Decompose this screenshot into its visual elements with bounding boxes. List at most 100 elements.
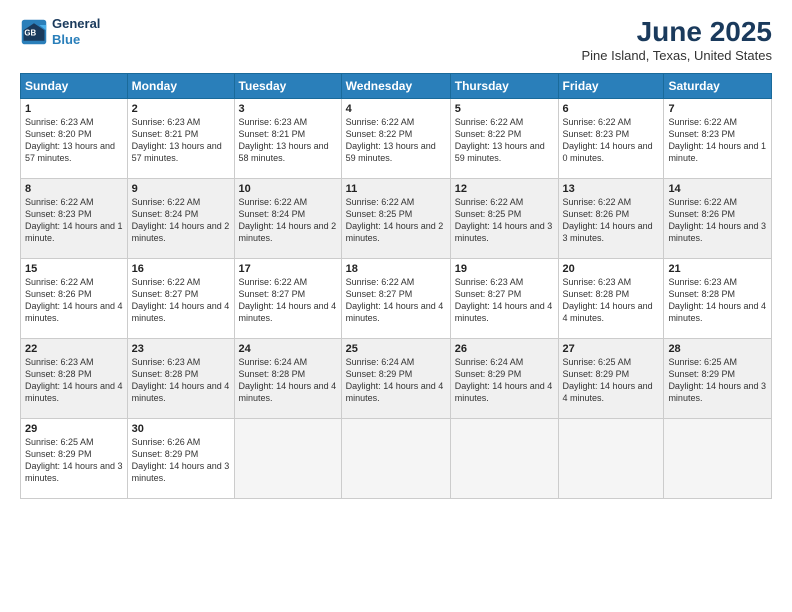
day-info: Sunrise: 6:22 AMSunset: 8:22 PMDaylight:… [455, 116, 554, 165]
calendar-cell: 18Sunrise: 6:22 AMSunset: 8:27 PMDayligh… [341, 259, 450, 339]
calendar-cell: 19Sunrise: 6:23 AMSunset: 8:27 PMDayligh… [450, 259, 558, 339]
calendar-cell: 4Sunrise: 6:22 AMSunset: 8:22 PMDaylight… [341, 99, 450, 179]
day-number: 3 [239, 103, 337, 115]
calendar-cell: 25Sunrise: 6:24 AMSunset: 8:29 PMDayligh… [341, 339, 450, 419]
calendar-cell: 23Sunrise: 6:23 AMSunset: 8:28 PMDayligh… [127, 339, 234, 419]
day-info: Sunrise: 6:22 AMSunset: 8:24 PMDaylight:… [239, 196, 337, 245]
col-tuesday: Tuesday [234, 74, 341, 99]
calendar-week-4: 22Sunrise: 6:23 AMSunset: 8:28 PMDayligh… [21, 339, 772, 419]
day-number: 23 [132, 343, 230, 355]
calendar-cell: 3Sunrise: 6:23 AMSunset: 8:21 PMDaylight… [234, 99, 341, 179]
calendar-cell: 21Sunrise: 6:23 AMSunset: 8:28 PMDayligh… [664, 259, 772, 339]
calendar-cell: 29Sunrise: 6:25 AMSunset: 8:29 PMDayligh… [21, 419, 128, 499]
calendar-week-5: 29Sunrise: 6:25 AMSunset: 8:29 PMDayligh… [21, 419, 772, 499]
calendar-cell: 10Sunrise: 6:22 AMSunset: 8:24 PMDayligh… [234, 179, 341, 259]
day-info: Sunrise: 6:23 AMSunset: 8:20 PMDaylight:… [25, 116, 123, 165]
day-number: 13 [563, 183, 660, 195]
calendar-cell: 2Sunrise: 6:23 AMSunset: 8:21 PMDaylight… [127, 99, 234, 179]
calendar-cell: 27Sunrise: 6:25 AMSunset: 8:29 PMDayligh… [558, 339, 664, 419]
day-info: Sunrise: 6:24 AMSunset: 8:29 PMDaylight:… [346, 356, 446, 405]
day-number: 16 [132, 263, 230, 275]
day-number: 17 [239, 263, 337, 275]
day-info: Sunrise: 6:22 AMSunset: 8:26 PMDaylight:… [563, 196, 660, 245]
logo-line2: Blue [52, 32, 100, 48]
day-number: 24 [239, 343, 337, 355]
day-info: Sunrise: 6:22 AMSunset: 8:23 PMDaylight:… [668, 116, 767, 165]
calendar-cell: 1Sunrise: 6:23 AMSunset: 8:20 PMDaylight… [21, 99, 128, 179]
day-number: 28 [668, 343, 767, 355]
day-info: Sunrise: 6:23 AMSunset: 8:28 PMDaylight:… [25, 356, 123, 405]
col-wednesday: Wednesday [341, 74, 450, 99]
calendar-cell: 15Sunrise: 6:22 AMSunset: 8:26 PMDayligh… [21, 259, 128, 339]
calendar-cell: 28Sunrise: 6:25 AMSunset: 8:29 PMDayligh… [664, 339, 772, 419]
day-info: Sunrise: 6:23 AMSunset: 8:28 PMDaylight:… [132, 356, 230, 405]
day-number: 12 [455, 183, 554, 195]
day-number: 11 [346, 183, 446, 195]
day-info: Sunrise: 6:22 AMSunset: 8:22 PMDaylight:… [346, 116, 446, 165]
calendar-cell: 30Sunrise: 6:26 AMSunset: 8:29 PMDayligh… [127, 419, 234, 499]
day-info: Sunrise: 6:22 AMSunset: 8:27 PMDaylight:… [239, 276, 337, 325]
day-info: Sunrise: 6:23 AMSunset: 8:21 PMDaylight:… [239, 116, 337, 165]
main-title: June 2025 [581, 16, 772, 48]
calendar-cell: 26Sunrise: 6:24 AMSunset: 8:29 PMDayligh… [450, 339, 558, 419]
day-number: 19 [455, 263, 554, 275]
day-number: 5 [455, 103, 554, 115]
day-number: 4 [346, 103, 446, 115]
day-info: Sunrise: 6:22 AMSunset: 8:24 PMDaylight:… [132, 196, 230, 245]
calendar-cell: 22Sunrise: 6:23 AMSunset: 8:28 PMDayligh… [21, 339, 128, 419]
calendar: Sunday Monday Tuesday Wednesday Thursday… [20, 73, 772, 499]
calendar-cell: 12Sunrise: 6:22 AMSunset: 8:25 PMDayligh… [450, 179, 558, 259]
day-number: 9 [132, 183, 230, 195]
col-friday: Friday [558, 74, 664, 99]
calendar-cell: 9Sunrise: 6:22 AMSunset: 8:24 PMDaylight… [127, 179, 234, 259]
page: GB General Blue June 2025 Pine Island, T… [0, 0, 792, 612]
day-number: 7 [668, 103, 767, 115]
logo-line1: General [52, 16, 100, 32]
day-info: Sunrise: 6:22 AMSunset: 8:25 PMDaylight:… [455, 196, 554, 245]
calendar-cell [558, 419, 664, 499]
calendar-cell [450, 419, 558, 499]
day-info: Sunrise: 6:25 AMSunset: 8:29 PMDaylight:… [668, 356, 767, 405]
day-number: 15 [25, 263, 123, 275]
day-info: Sunrise: 6:23 AMSunset: 8:27 PMDaylight:… [455, 276, 554, 325]
col-saturday: Saturday [664, 74, 772, 99]
logo-icon: GB [20, 18, 48, 46]
day-info: Sunrise: 6:22 AMSunset: 8:25 PMDaylight:… [346, 196, 446, 245]
day-info: Sunrise: 6:22 AMSunset: 8:27 PMDaylight:… [132, 276, 230, 325]
day-info: Sunrise: 6:22 AMSunset: 8:23 PMDaylight:… [563, 116, 660, 165]
calendar-cell: 5Sunrise: 6:22 AMSunset: 8:22 PMDaylight… [450, 99, 558, 179]
calendar-cell: 7Sunrise: 6:22 AMSunset: 8:23 PMDaylight… [664, 99, 772, 179]
col-sunday: Sunday [21, 74, 128, 99]
day-info: Sunrise: 6:25 AMSunset: 8:29 PMDaylight:… [25, 436, 123, 485]
day-info: Sunrise: 6:23 AMSunset: 8:21 PMDaylight:… [132, 116, 230, 165]
subtitle: Pine Island, Texas, United States [581, 48, 772, 63]
day-info: Sunrise: 6:22 AMSunset: 8:27 PMDaylight:… [346, 276, 446, 325]
day-number: 10 [239, 183, 337, 195]
day-number: 1 [25, 103, 123, 115]
col-thursday: Thursday [450, 74, 558, 99]
col-monday: Monday [127, 74, 234, 99]
calendar-cell: 8Sunrise: 6:22 AMSunset: 8:23 PMDaylight… [21, 179, 128, 259]
svg-text:GB: GB [24, 28, 36, 37]
day-info: Sunrise: 6:22 AMSunset: 8:26 PMDaylight:… [668, 196, 767, 245]
day-info: Sunrise: 6:26 AMSunset: 8:29 PMDaylight:… [132, 436, 230, 485]
calendar-cell: 24Sunrise: 6:24 AMSunset: 8:28 PMDayligh… [234, 339, 341, 419]
calendar-cell [664, 419, 772, 499]
day-number: 22 [25, 343, 123, 355]
calendar-cell: 17Sunrise: 6:22 AMSunset: 8:27 PMDayligh… [234, 259, 341, 339]
day-info: Sunrise: 6:23 AMSunset: 8:28 PMDaylight:… [668, 276, 767, 325]
day-number: 30 [132, 423, 230, 435]
calendar-cell [234, 419, 341, 499]
day-number: 6 [563, 103, 660, 115]
day-info: Sunrise: 6:24 AMSunset: 8:28 PMDaylight:… [239, 356, 337, 405]
header: GB General Blue June 2025 Pine Island, T… [20, 16, 772, 63]
day-number: 2 [132, 103, 230, 115]
day-number: 27 [563, 343, 660, 355]
calendar-cell: 14Sunrise: 6:22 AMSunset: 8:26 PMDayligh… [664, 179, 772, 259]
title-block: June 2025 Pine Island, Texas, United Sta… [581, 16, 772, 63]
day-number: 26 [455, 343, 554, 355]
calendar-week-2: 8Sunrise: 6:22 AMSunset: 8:23 PMDaylight… [21, 179, 772, 259]
day-number: 20 [563, 263, 660, 275]
logo: GB General Blue [20, 16, 100, 47]
calendar-cell: 20Sunrise: 6:23 AMSunset: 8:28 PMDayligh… [558, 259, 664, 339]
